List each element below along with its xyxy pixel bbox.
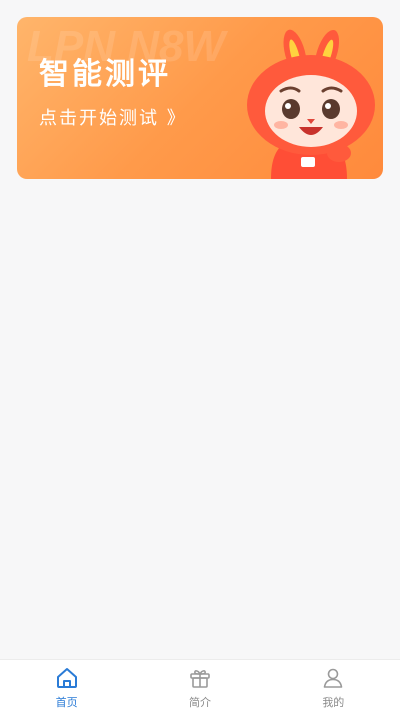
start-test-link[interactable]: 点击开始测试 》 xyxy=(39,107,187,131)
bottom-tab-bar: 首页 简介 我的 xyxy=(0,659,400,712)
user-icon xyxy=(324,668,343,688)
rabbit-mascot-icon xyxy=(247,29,375,179)
banner-title: 智能测评 xyxy=(39,57,171,92)
tab-intro-label: 简介 xyxy=(188,696,211,709)
assessment-banner[interactable]: LPN N8W 智能测评 点击开始测试 》 xyxy=(17,17,383,179)
tab-intro[interactable]: 简介 xyxy=(133,660,266,712)
home-icon xyxy=(56,668,77,688)
tab-home[interactable]: 首页 xyxy=(0,660,133,712)
tab-profile-label: 我的 xyxy=(322,696,345,709)
gift-icon xyxy=(190,670,210,688)
tab-home-label: 首页 xyxy=(55,696,78,709)
tab-profile[interactable]: 我的 xyxy=(267,660,400,712)
